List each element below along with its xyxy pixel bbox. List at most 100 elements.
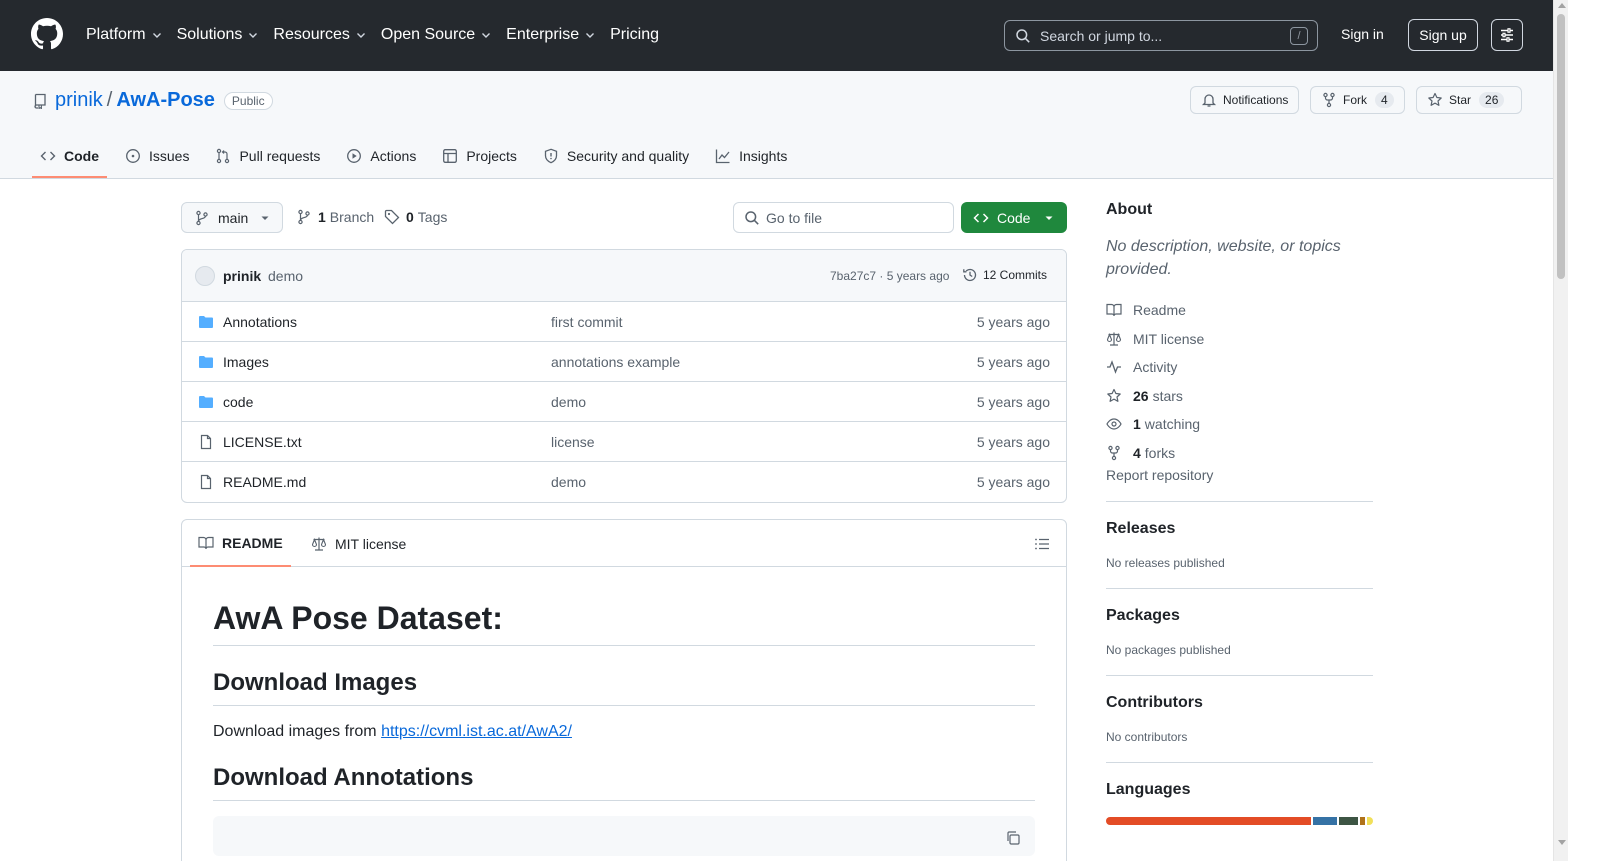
language-segment: [1339, 817, 1358, 825]
nav-open-source[interactable]: Open Source: [381, 26, 492, 44]
star-button[interactable]: Star 26: [1416, 86, 1522, 114]
contributors-title[interactable]: Contributors: [1106, 694, 1203, 711]
folder-icon: [199, 316, 213, 328]
stars-link[interactable]: 26 stars: [1106, 382, 1373, 411]
activity-link[interactable]: Activity: [1106, 353, 1373, 382]
languages-section: Languages: [1106, 762, 1373, 825]
nav-enterprise[interactable]: Enterprise: [506, 26, 596, 44]
sidebar-menu-button[interactable]: [1491, 19, 1523, 51]
copy-button[interactable]: [1005, 830, 1021, 846]
about-title: About: [1106, 201, 1153, 218]
tags-link[interactable]: 0 Tags: [384, 209, 447, 225]
nav-pricing[interactable]: Pricing: [610, 26, 659, 44]
file-commit-message[interactable]: annotations example: [551, 354, 680, 370]
outline-button[interactable]: [1034, 536, 1050, 552]
tab-security[interactable]: Security and quality: [535, 136, 697, 176]
repo-owner-link[interactable]: prinik: [55, 89, 103, 112]
repo-icon: [34, 93, 46, 109]
window-edge: [1568, 0, 1600, 861]
file-name-link[interactable]: LICENSE.txt: [223, 434, 302, 450]
law-icon: [311, 537, 327, 551]
language-bar: [1106, 817, 1373, 825]
star-count: 26: [1479, 92, 1505, 108]
license-link[interactable]: MIT license: [1106, 325, 1373, 354]
tab-mit-license[interactable]: MIT license: [303, 520, 414, 567]
code-dropdown-button[interactable]: Code: [961, 202, 1067, 233]
commit-author-link[interactable]: prinik: [223, 268, 261, 284]
page-scrollbar[interactable]: [1553, 0, 1568, 861]
language-segment: [1313, 817, 1338, 825]
readme-heading-download-images: Download Images: [213, 669, 1035, 706]
notifications-button[interactable]: Notifications: [1190, 86, 1300, 114]
pulse-icon: [1107, 360, 1121, 375]
fork-icon: [1108, 445, 1120, 460]
watchers-link[interactable]: 1 watching: [1106, 410, 1373, 439]
star-icon: [1428, 92, 1442, 106]
github-logo-icon[interactable]: [31, 18, 63, 50]
sliders-icon: [1501, 28, 1513, 42]
file-commit-message[interactable]: demo: [551, 474, 586, 490]
file-commit-message[interactable]: demo: [551, 394, 586, 410]
file-name-link[interactable]: README.md: [223, 474, 306, 490]
packages-section: Packages No packages published: [1106, 588, 1373, 657]
tab-projects[interactable]: Projects: [434, 136, 525, 176]
scroll-up-arrow-icon[interactable]: [1558, 3, 1566, 8]
sign-up-button[interactable]: Sign up: [1408, 19, 1478, 51]
table-row[interactable]: code demo 5 years ago: [182, 382, 1066, 422]
fork-button[interactable]: Fork 4: [1310, 86, 1405, 114]
forks-link[interactable]: 4 forks: [1106, 439, 1373, 468]
readme-panel: README MIT license AwA Pose Dataset: Dow…: [181, 519, 1067, 861]
tab-readme[interactable]: README: [190, 520, 291, 567]
file-commit-date: 5 years ago: [976, 354, 1050, 370]
nav-resources[interactable]: Resources: [273, 26, 366, 44]
search-placeholder: Search or jump to...: [1040, 27, 1163, 44]
table-row[interactable]: LICENSE.txt license 5 years ago: [182, 422, 1066, 462]
global-search-input[interactable]: Search or jump to... /: [1004, 20, 1318, 51]
commit-message-link[interactable]: demo: [268, 268, 303, 284]
tab-pull-requests[interactable]: Pull requests: [207, 136, 328, 176]
file-name-link[interactable]: Annotations: [223, 314, 297, 330]
packages-title[interactable]: Packages: [1106, 607, 1180, 624]
scrollbar-thumb[interactable]: [1557, 14, 1565, 279]
file-commit-message[interactable]: first commit: [551, 314, 623, 330]
file-commit-date: 5 years ago: [976, 394, 1050, 410]
file-name-link[interactable]: Images: [223, 354, 269, 370]
report-repository-link[interactable]: Report repository: [1106, 467, 1213, 483]
sign-in-link[interactable]: Sign in: [1341, 26, 1384, 42]
nav-platform[interactable]: Platform: [86, 26, 163, 44]
releases-title[interactable]: Releases: [1106, 520, 1175, 537]
nav-solutions[interactable]: Solutions: [177, 26, 260, 44]
tab-insights[interactable]: Insights: [707, 136, 795, 176]
code-block: [213, 816, 1035, 856]
table-row[interactable]: Annotations first commit 5 years ago: [182, 302, 1066, 342]
branches-link[interactable]: 1 Branch: [296, 209, 374, 225]
repo-name-link[interactable]: AwA-Pose: [116, 89, 215, 112]
tab-actions[interactable]: Actions: [338, 136, 424, 176]
chevron-down-icon: [356, 33, 365, 38]
language-segment: [1367, 817, 1373, 825]
book-icon: [1106, 304, 1122, 317]
table-row[interactable]: README.md demo 5 years ago: [182, 462, 1066, 502]
branches-count: 1: [318, 209, 326, 225]
about-links: Readme MIT license Activity 26 stars 1 wat…: [1106, 296, 1373, 467]
repo-tabs: Code Issues Pull requests Actions Projec…: [32, 136, 805, 179]
tab-issues[interactable]: Issues: [117, 136, 197, 176]
about-description: No description, website, or topics provi…: [1106, 238, 1341, 278]
scroll-down-arrow-icon[interactable]: [1558, 840, 1566, 845]
readme-link[interactable]: Readme: [1106, 296, 1373, 325]
tab-code[interactable]: Code: [32, 136, 107, 178]
branch-selector[interactable]: main: [181, 202, 283, 233]
awa2-link[interactable]: https://cvml.ist.ac.at/AwA2/: [381, 723, 572, 740]
language-segment: [1106, 817, 1312, 825]
eye-icon: [1106, 418, 1122, 430]
file-name-link[interactable]: code: [223, 394, 253, 410]
commits-link[interactable]: 12 Commits: [962, 267, 1047, 283]
table-row[interactable]: Images annotations example 5 years ago: [182, 342, 1066, 382]
avatar[interactable]: [195, 266, 215, 286]
go-to-file-input[interactable]: Go to file: [733, 202, 954, 233]
tags-count: 0: [406, 209, 414, 225]
readme-heading-download-annotations: Download Annotations: [213, 764, 1035, 801]
commit-hash-time[interactable]: 7ba27c7 · 5 years ago: [830, 269, 949, 283]
file-commit-message[interactable]: license: [551, 434, 595, 450]
tag-icon: [384, 209, 400, 225]
